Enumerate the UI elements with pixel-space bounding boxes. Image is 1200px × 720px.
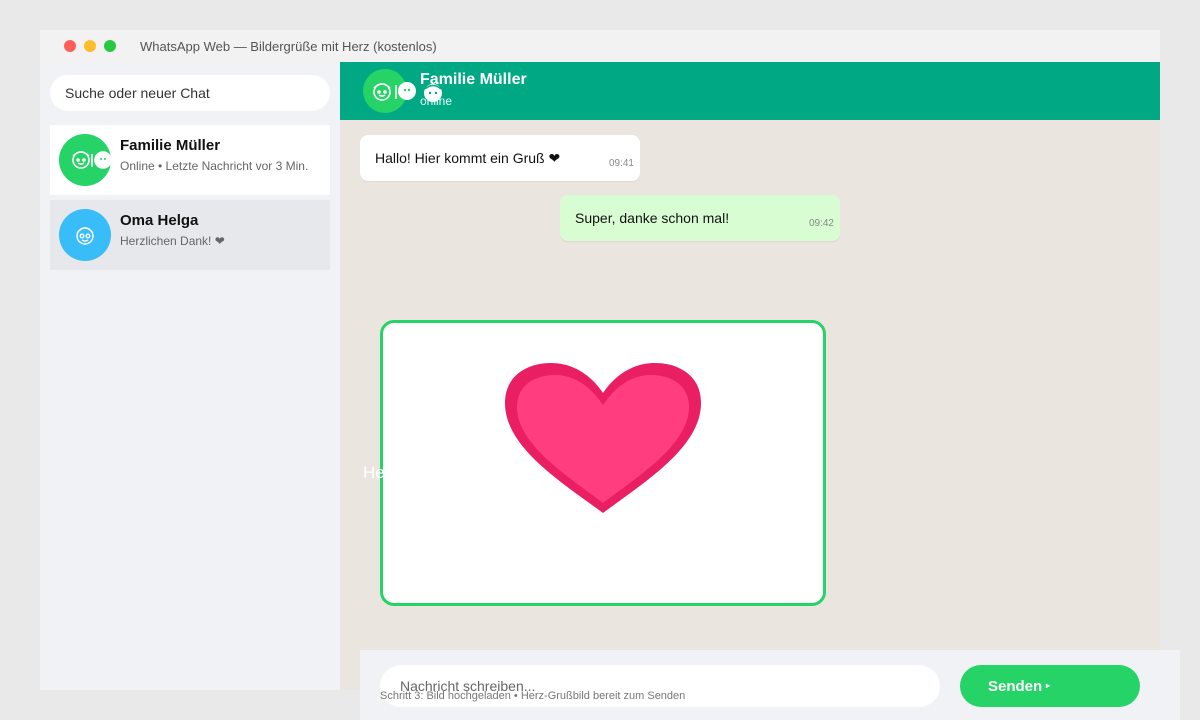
incoming-message: Hallo! Hier kommt ein Gruß ❤ 09:41 bbox=[360, 135, 640, 181]
greeting-image-card[interactable]: be! He ch ❤ bbox=[363, 320, 826, 606]
step-caption: Schritt 3: Bild hochgeladen • Herz-Grußb… bbox=[380, 690, 686, 702]
chat-header-name: Familie Müller bbox=[420, 71, 527, 88]
avatar bbox=[59, 209, 111, 261]
chat-panel: Familie Müller online Hallo! Hier kommt … bbox=[340, 62, 1180, 720]
maximize-window-button[interactable] bbox=[104, 40, 116, 52]
heart-icon bbox=[505, 363, 701, 513]
sidebar: Familie Müller Online • Letzte Nachricht… bbox=[40, 62, 340, 690]
search-input[interactable] bbox=[50, 75, 330, 111]
outgoing-message: Super, danke schon mal! 09:42 bbox=[560, 195, 840, 241]
avatar bbox=[59, 134, 112, 186]
chat-subtitle: Online • Letzte Nachricht vor 3 Min. bbox=[120, 159, 309, 173]
chat-header[interactable]: Familie Müller online bbox=[340, 62, 1160, 120]
message-text: Super, danke schon mal! bbox=[575, 210, 730, 226]
message-text: Hallo! Hier kommt ein Gruß ❤ bbox=[375, 150, 561, 166]
chat-name: Familie Müller bbox=[120, 137, 221, 154]
close-window-button[interactable] bbox=[64, 40, 76, 52]
search-box[interactable] bbox=[50, 75, 330, 111]
send-button[interactable]: Senden ▸ bbox=[960, 665, 1140, 707]
window-title: WhatsApp Web — Bildergrüße mit Herz (kos… bbox=[140, 39, 437, 54]
chat-list-item-oma-helga[interactable]: Oma Helga Herzlichen Dank! ❤ bbox=[50, 200, 330, 270]
chat-list-item-familie-mueller[interactable]: Familie Müller Online • Letzte Nachricht… bbox=[50, 125, 330, 195]
chat-header-status: online bbox=[420, 94, 453, 108]
header-avatar[interactable] bbox=[363, 69, 442, 113]
chat-subtitle: Herzlichen Dank! ❤ bbox=[120, 234, 225, 248]
chat-name: Oma Helga bbox=[120, 212, 199, 229]
family-icon bbox=[72, 151, 112, 169]
grandma-icon bbox=[76, 227, 94, 245]
send-arrow-icon: ▸ bbox=[1046, 681, 1051, 690]
message-composer: Senden ▸ bbox=[360, 650, 1180, 720]
send-button-label: Senden bbox=[988, 678, 1043, 695]
message-time: 09:42 bbox=[808, 218, 834, 229]
card-text: He ch ❤ bbox=[363, 463, 427, 482]
minimize-window-button[interactable] bbox=[84, 40, 96, 52]
card-heading: be! bbox=[443, 417, 482, 447]
title-bar: WhatsApp Web — Bildergrüße mit Herz (kos… bbox=[40, 30, 1160, 62]
app-window: WhatsApp Web — Bildergrüße mit Herz (kos… bbox=[40, 30, 1180, 720]
message-time: 09:41 bbox=[608, 158, 634, 169]
